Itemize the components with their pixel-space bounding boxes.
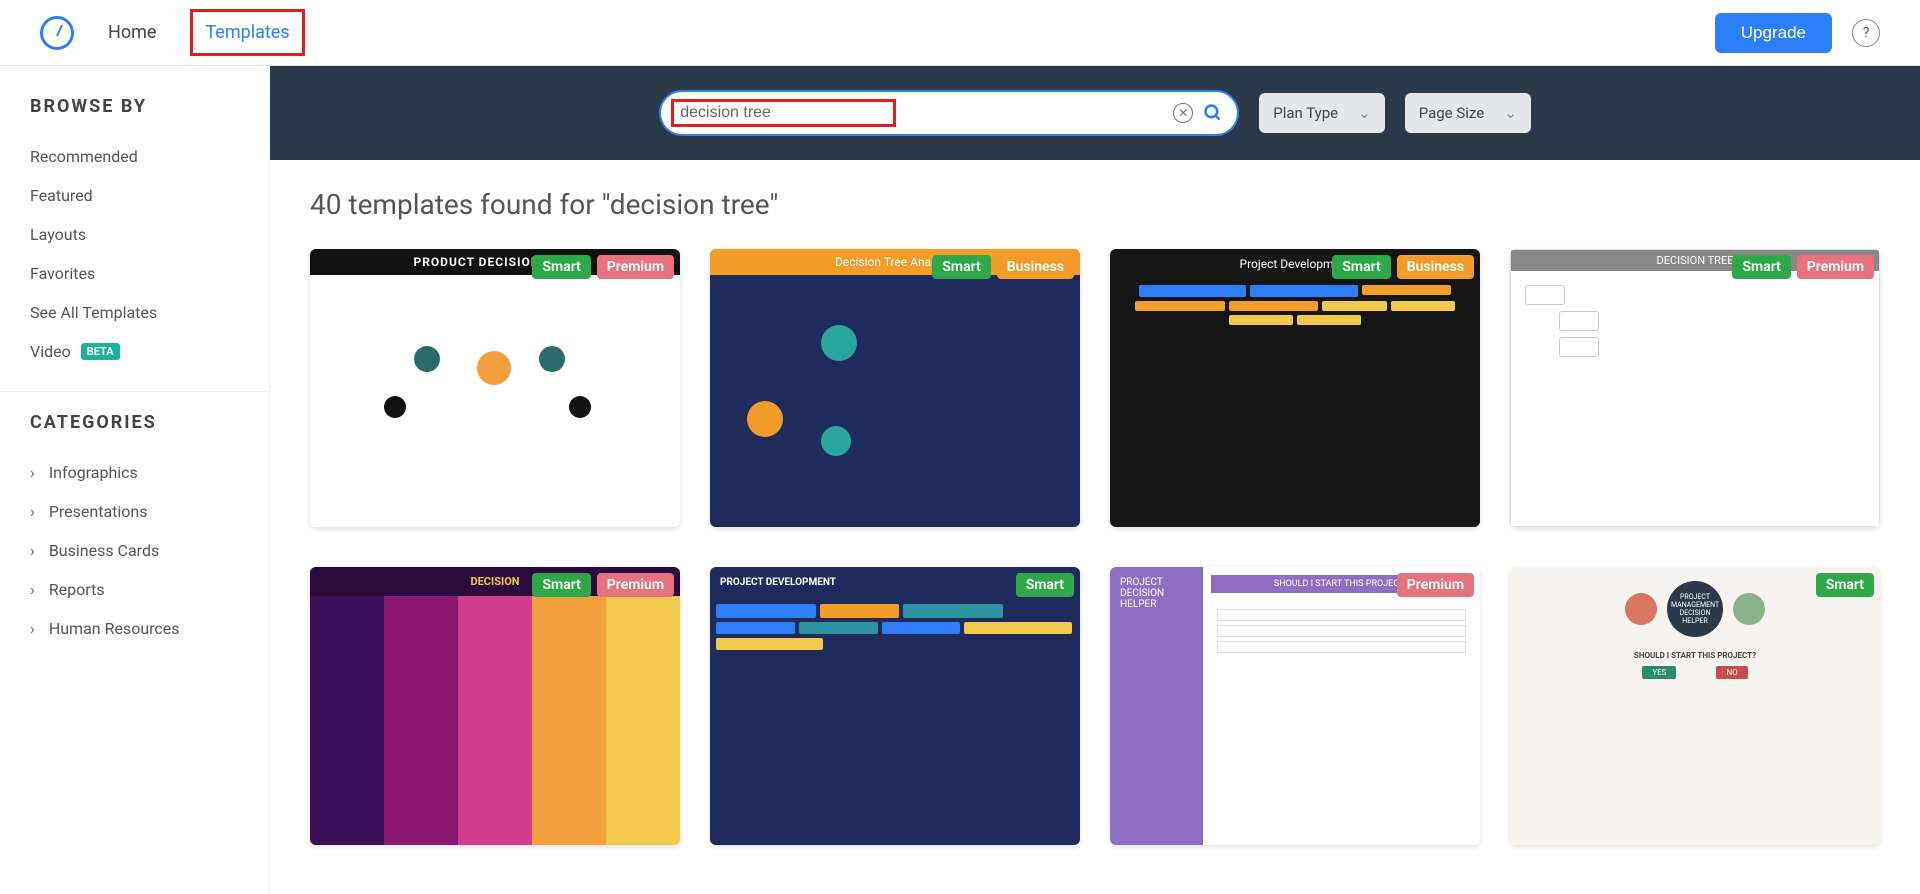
- clear-search-icon[interactable]: ✕: [1173, 103, 1193, 123]
- template-thumbnail: PROJECT DECISION HELPER SHOULD I START T…: [1110, 567, 1480, 845]
- upgrade-button[interactable]: Upgrade: [1715, 13, 1832, 53]
- template-card[interactable]: Smart Business Project Development: [1110, 249, 1480, 527]
- card-badges: Smart Business: [1332, 255, 1474, 279]
- smart-badge: Smart: [532, 573, 590, 597]
- nav-home[interactable]: Home: [104, 16, 160, 49]
- help-button[interactable]: ?: [1852, 19, 1880, 47]
- sidebar-item-see-all[interactable]: See All Templates: [30, 293, 249, 332]
- plan-type-filter[interactable]: Plan Type ⌄: [1259, 93, 1384, 133]
- sidebar-divider: [0, 391, 269, 392]
- template-card[interactable]: Smart PROJECT MANAGEMENT DECISION HELPER…: [1510, 567, 1880, 845]
- templates-grid: Smart Premium PRODUCT DECISION TREE: [310, 249, 1880, 845]
- template-card[interactable]: Smart Premium DECISION TREE: [1510, 249, 1880, 527]
- nav-left: Home Templates: [40, 9, 305, 56]
- main-area: BROWSE BY Recommended Featured Layouts F…: [0, 66, 1920, 894]
- category-business-cards[interactable]: › Business Cards: [30, 531, 249, 570]
- search-box[interactable]: ✕: [659, 90, 1239, 136]
- category-infographics[interactable]: › Infographics: [30, 453, 249, 492]
- nav-templates-highlight: Templates: [190, 9, 304, 56]
- search-icon[interactable]: [1203, 103, 1223, 123]
- top-nav: Home Templates Upgrade ?: [0, 0, 1920, 66]
- chevron-right-icon: ›: [30, 541, 35, 560]
- card-badges: Premium: [1397, 573, 1474, 597]
- category-reports[interactable]: › Reports: [30, 570, 249, 609]
- beta-badge: BETA: [81, 343, 120, 360]
- premium-badge: Premium: [597, 573, 674, 597]
- smart-badge: Smart: [1816, 573, 1874, 597]
- sidebar-item-video[interactable]: Video BETA: [30, 332, 249, 371]
- sidebar-item-favorites[interactable]: Favorites: [30, 254, 249, 293]
- business-badge: Business: [997, 255, 1074, 279]
- template-card[interactable]: Smart Premium DECISION: [310, 567, 680, 845]
- smart-badge: Smart: [1732, 255, 1790, 279]
- smart-badge: Smart: [1332, 255, 1390, 279]
- template-title: PROJECT DECISION HELPER: [1110, 567, 1203, 845]
- search-bar-area: ✕ Plan Type ⌄ Page Size ⌄: [270, 66, 1920, 160]
- business-badge: Business: [1397, 255, 1474, 279]
- sidebar-item-featured[interactable]: Featured: [30, 176, 249, 215]
- sidebar: BROWSE BY Recommended Featured Layouts F…: [0, 66, 270, 894]
- results-title: 40 templates found for "decision tree": [310, 188, 1880, 221]
- template-card[interactable]: Premium PROJECT DECISION HELPER SHOULD I…: [1110, 567, 1480, 845]
- sidebar-item-recommended[interactable]: Recommended: [30, 137, 249, 176]
- card-badges: Smart Premium: [532, 255, 674, 279]
- category-label: Business Cards: [49, 541, 159, 560]
- sidebar-item-label: Featured: [30, 186, 93, 205]
- sidebar-item-label: Recommended: [30, 147, 138, 166]
- chevron-right-icon: ›: [30, 463, 35, 482]
- chevron-right-icon: ›: [30, 619, 35, 638]
- template-thumbnail: PROJECT MANAGEMENT DECISION HELPER SHOUL…: [1510, 567, 1880, 845]
- nav-right: Upgrade ?: [1715, 13, 1880, 53]
- search-input[interactable]: [680, 104, 887, 122]
- template-thumbnail: DECISION: [310, 567, 680, 845]
- card-badges: Smart Premium: [1732, 255, 1874, 279]
- filter-label: Page Size: [1419, 104, 1484, 122]
- chevron-down-icon: ⌄: [1504, 104, 1517, 122]
- category-label: Reports: [49, 580, 105, 599]
- nav-templates[interactable]: Templates: [201, 16, 293, 49]
- logo-icon[interactable]: [40, 16, 74, 50]
- search-icons: ✕: [1173, 103, 1223, 123]
- template-thumbnail: Project Development: [1110, 249, 1480, 527]
- template-card[interactable]: Smart Premium PRODUCT DECISION TREE: [310, 249, 680, 527]
- filter-label: Plan Type: [1273, 104, 1338, 122]
- card-badges: Smart Premium: [532, 573, 674, 597]
- results-area: 40 templates found for "decision tree" S…: [270, 160, 1920, 885]
- category-presentations[interactable]: › Presentations: [30, 492, 249, 531]
- sidebar-item-label: Video: [30, 342, 71, 361]
- browse-by-heading: BROWSE BY: [30, 96, 249, 117]
- category-label: Presentations: [49, 502, 148, 521]
- template-thumbnail: DECISION TREE: [1510, 249, 1880, 527]
- premium-badge: Premium: [1797, 255, 1874, 279]
- card-badges: Smart: [1016, 573, 1074, 597]
- content-area: ✕ Plan Type ⌄ Page Size ⌄ 40 templates f…: [270, 66, 1920, 894]
- smart-badge: Smart: [1016, 573, 1074, 597]
- sidebar-item-label: Favorites: [30, 264, 95, 283]
- template-thumbnail: PRODUCT DECISION TREE: [310, 249, 680, 527]
- sidebar-item-layouts[interactable]: Layouts: [30, 215, 249, 254]
- template-thumbnail: PROJECT DEVELOPMENT: [710, 567, 1080, 845]
- page-size-filter[interactable]: Page Size ⌄: [1405, 93, 1531, 133]
- chevron-right-icon: ›: [30, 580, 35, 599]
- smart-badge: Smart: [932, 255, 990, 279]
- template-card[interactable]: Smart PROJECT DEVELOPMENT: [710, 567, 1080, 845]
- category-human-resources[interactable]: › Human Resources: [30, 609, 249, 648]
- categories-heading: CATEGORIES: [30, 412, 249, 433]
- premium-badge: Premium: [1397, 573, 1474, 597]
- category-label: Infographics: [49, 463, 138, 482]
- chevron-down-icon: ⌄: [1358, 104, 1371, 122]
- chevron-right-icon: ›: [30, 502, 35, 521]
- template-title: PROJECT MANAGEMENT DECISION HELPER: [1667, 581, 1723, 637]
- category-label: Human Resources: [49, 619, 180, 638]
- premium-badge: Premium: [597, 255, 674, 279]
- search-input-highlight: [671, 99, 896, 127]
- template-card[interactable]: Smart Business Decision Tree Analysis: [710, 249, 1080, 527]
- sidebar-item-label: See All Templates: [30, 303, 157, 322]
- template-thumbnail: Decision Tree Analysis: [710, 249, 1080, 527]
- template-subtitle: SHOULD I START THIS PROJECT?: [1510, 651, 1880, 660]
- card-badges: Smart Business: [932, 255, 1074, 279]
- sidebar-item-label: Layouts: [30, 225, 86, 244]
- card-badges: Smart: [1816, 573, 1874, 597]
- smart-badge: Smart: [532, 255, 590, 279]
